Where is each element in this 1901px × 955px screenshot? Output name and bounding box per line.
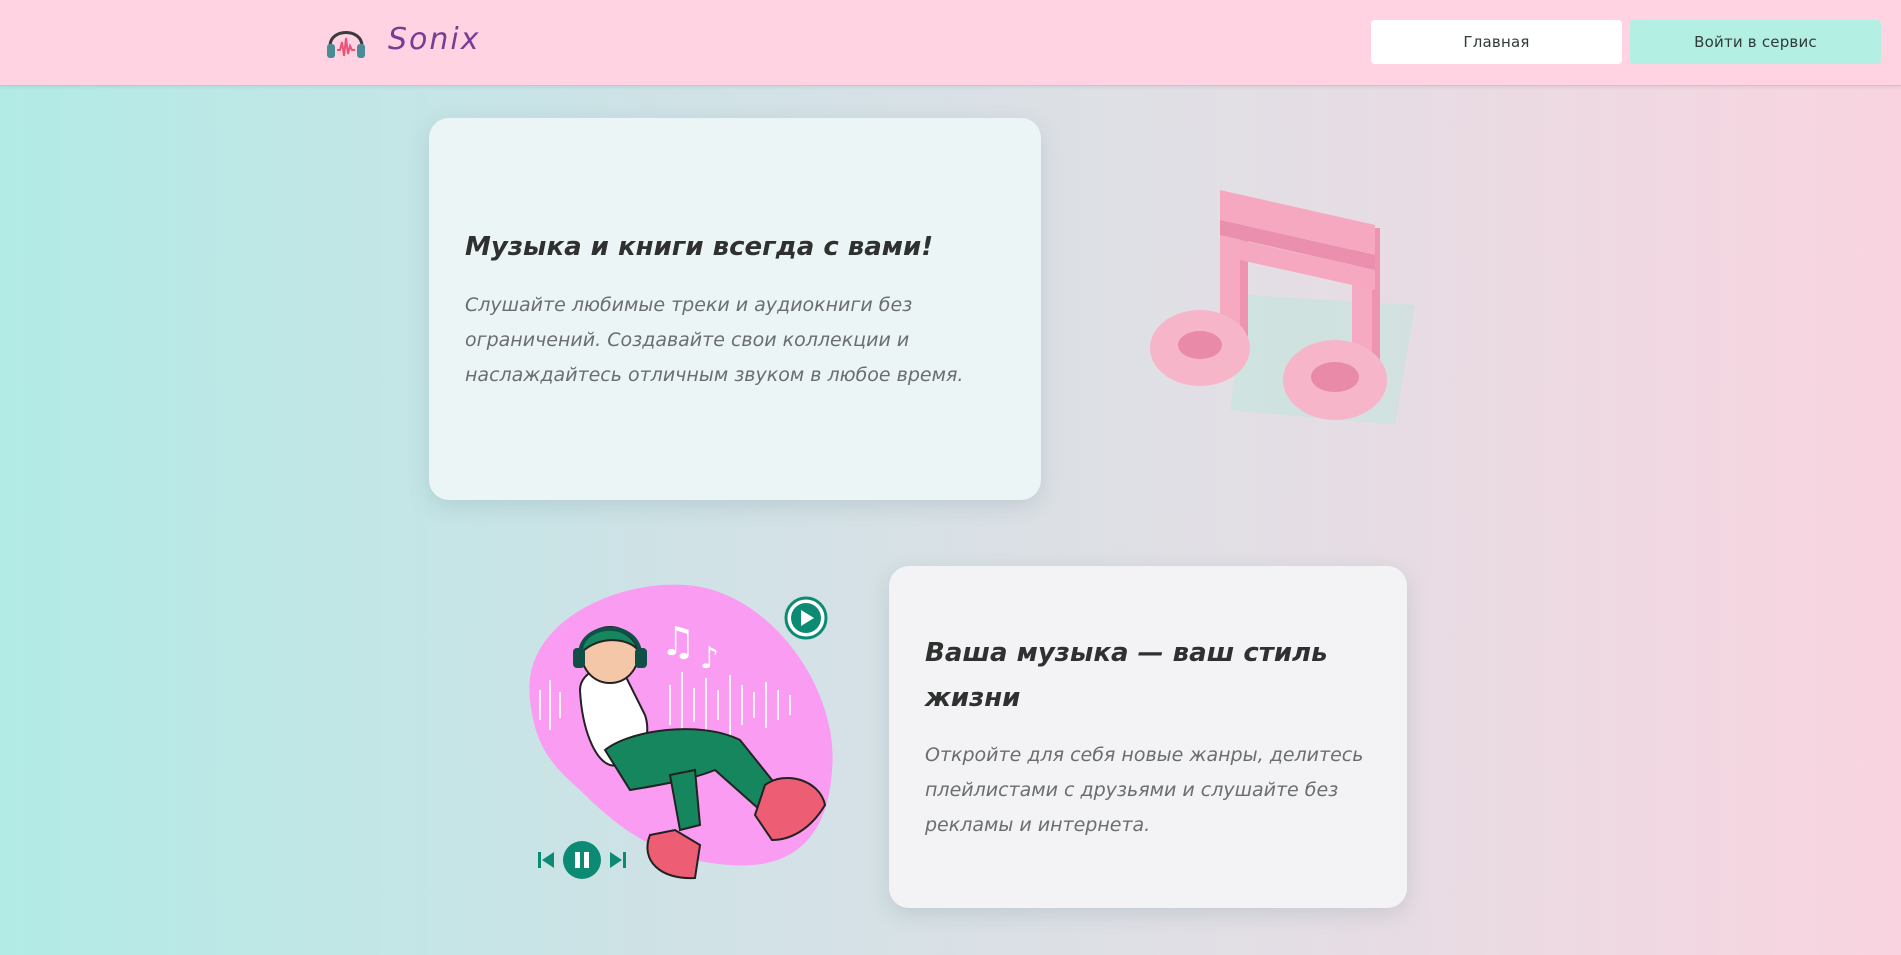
music-note-icon (1150, 190, 1415, 425)
feature-text: Откройте для себя новые жанры, делитесь … (925, 744, 1364, 836)
music-notes-icon: ♫ (660, 619, 696, 665)
hero-card: Музыка и книги всегда с вами! Слушайте л… (429, 118, 1041, 500)
feature-title: Ваша музыка — ваш стиль жизни (925, 638, 1328, 713)
site-header: Sonix Главная Войти в сервис (0, 0, 1901, 86)
play-icon[interactable] (784, 596, 828, 640)
nav-home-button[interactable]: Главная (1371, 20, 1622, 64)
hero-text: Слушайте любимые треки и аудиокниги без … (465, 294, 964, 386)
svg-text:♪: ♪ (700, 641, 719, 676)
previous-track-icon[interactable] (538, 852, 554, 868)
headphones-logo-icon[interactable] (324, 20, 368, 62)
next-track-icon[interactable] (610, 852, 626, 868)
login-button[interactable]: Войти в сервис (1630, 20, 1881, 64)
girl-with-headphones-illustration: ♫ ♪ (529, 584, 833, 880)
feature-card: Ваша музыка — ваш стиль жизни Откройте д… (889, 566, 1407, 908)
pause-icon[interactable] (563, 841, 601, 879)
hero-title: Музыка и книги всегда с вами! (465, 232, 934, 262)
brand-name[interactable]: Sonix (388, 22, 481, 57)
